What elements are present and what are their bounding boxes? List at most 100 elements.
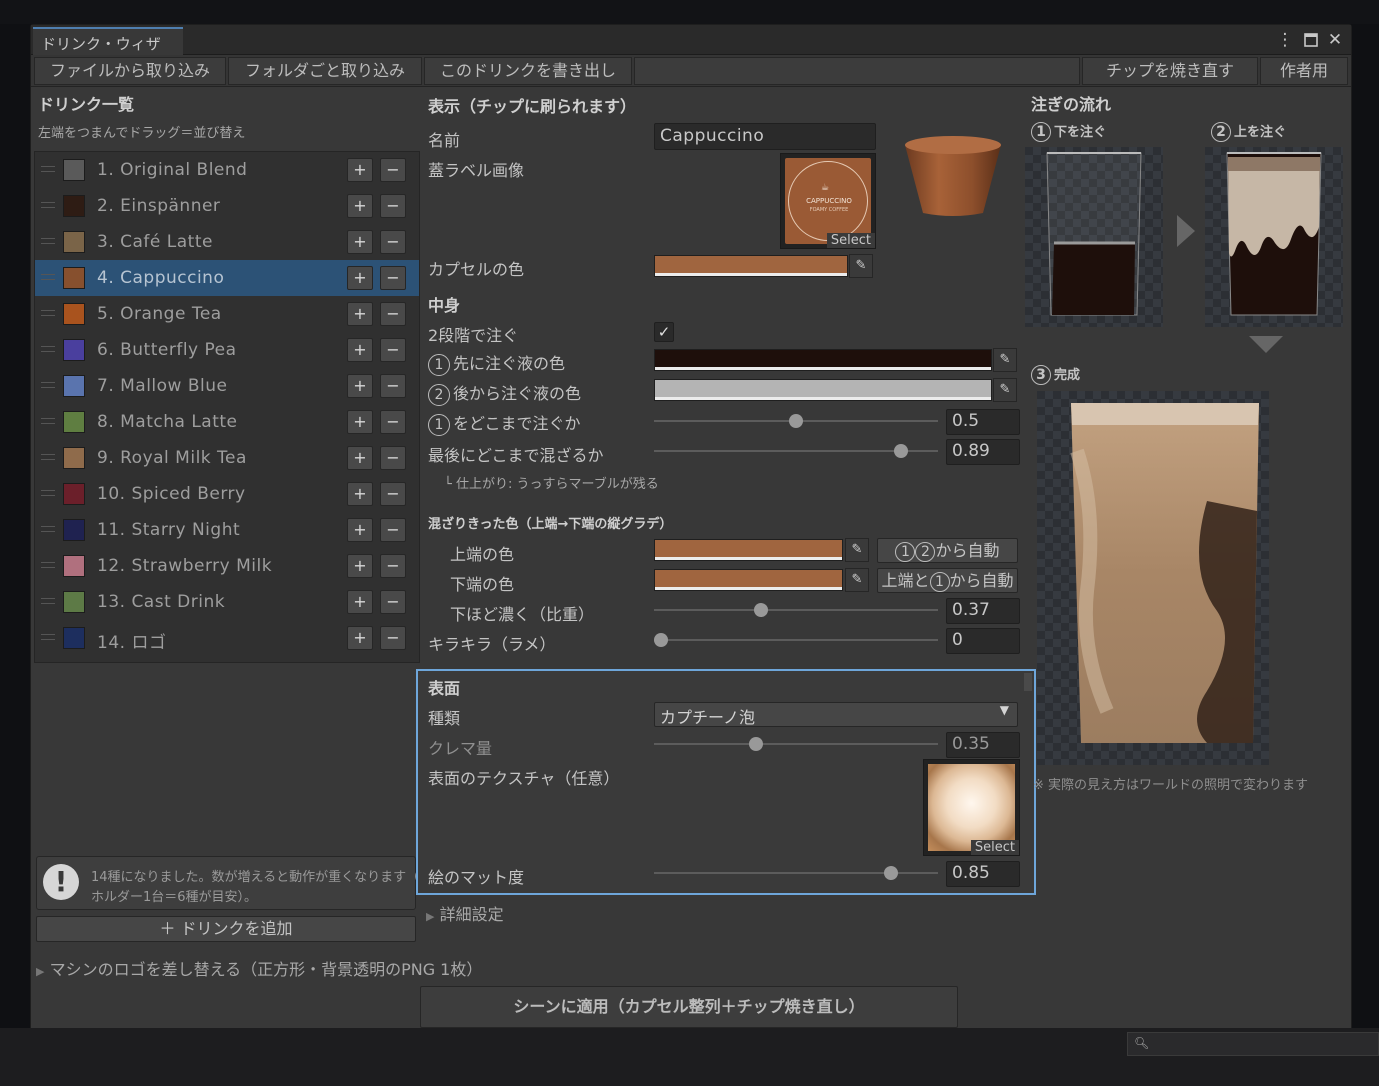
import-file-button[interactable]: ファイルから取り込み xyxy=(34,57,226,85)
duplicate-drink-button[interactable]: + xyxy=(347,158,373,182)
eyedropper-icon[interactable]: ✎ xyxy=(849,254,873,278)
name-input[interactable]: Cappuccino xyxy=(654,123,876,150)
mix-value[interactable]: 0.89 xyxy=(946,439,1020,465)
drag-handle-icon[interactable] xyxy=(41,274,55,280)
rebake-chips-button[interactable]: チップを焼き直す xyxy=(1082,57,1258,85)
capsule-color-field[interactable] xyxy=(654,255,848,277)
window-menu-icon[interactable]: ⋮ xyxy=(1274,29,1296,51)
scrollbar-thumb[interactable] xyxy=(1024,673,1032,691)
duplicate-drink-button[interactable]: + xyxy=(347,302,373,326)
advanced-foldout[interactable]: ▶ 詳細設定 xyxy=(426,901,504,925)
lid-image-slot[interactable]: ☕ CAPPUCCINO FOAMY COFFEE Select xyxy=(780,153,876,249)
drag-handle-icon[interactable] xyxy=(41,526,55,532)
drag-handle-icon[interactable] xyxy=(41,346,55,352)
drag-handle-icon[interactable] xyxy=(41,598,55,604)
remove-drink-button[interactable]: − xyxy=(380,374,406,398)
drink-list-item[interactable]: 12. Strawberry Milk + − xyxy=(35,548,419,584)
drink-list-item[interactable]: 11. Starry Night + − xyxy=(35,512,419,548)
drag-handle-icon[interactable] xyxy=(41,454,55,460)
lid-select-button[interactable]: Select xyxy=(826,233,875,248)
drink-list-item[interactable]: 14. ロゴ + − xyxy=(35,620,419,656)
drag-handle-icon[interactable] xyxy=(41,562,55,568)
darker-value[interactable]: 0.37 xyxy=(946,598,1020,624)
apply-to-scene-button[interactable]: シーンに適用（カプセル整列＋チップ焼き直し） xyxy=(420,986,958,1028)
first-color-field[interactable] xyxy=(654,349,992,371)
duplicate-drink-button[interactable]: + xyxy=(347,410,373,434)
drag-handle-icon[interactable] xyxy=(41,490,55,496)
drink-list-item[interactable]: 9. Royal Milk Tea + − xyxy=(35,440,419,476)
drink-list-item[interactable]: 2. Einspänner + − xyxy=(35,188,419,224)
bottom-color-field[interactable] xyxy=(654,569,843,591)
remove-drink-button[interactable]: − xyxy=(380,590,406,614)
drink-list-item[interactable]: 4. Cappuccino + − xyxy=(35,260,419,296)
import-folder-button[interactable]: フォルダごと取り込み xyxy=(228,57,422,85)
remove-drink-button[interactable]: − xyxy=(380,446,406,470)
slider-knob[interactable] xyxy=(753,603,768,617)
slider-knob[interactable] xyxy=(654,633,668,647)
search-field[interactable]: 🔍︎ xyxy=(1127,1032,1379,1056)
drag-handle-icon[interactable] xyxy=(41,418,55,424)
remove-drink-button[interactable]: − xyxy=(380,266,406,290)
remove-drink-button[interactable]: − xyxy=(380,158,406,182)
maximize-icon[interactable] xyxy=(1300,29,1322,51)
remove-drink-button[interactable]: − xyxy=(380,410,406,434)
mix-slider[interactable] xyxy=(654,441,938,461)
drag-handle-icon[interactable] xyxy=(41,310,55,316)
remove-drink-button[interactable]: − xyxy=(380,554,406,578)
cream-slider[interactable] xyxy=(654,734,938,754)
surface-type-dropdown[interactable]: カプチーノ泡 ▼ xyxy=(654,702,1018,727)
window-tab[interactable]: ドリンク・ウィザード xyxy=(33,27,183,74)
duplicate-drink-button[interactable]: + xyxy=(347,230,373,254)
pour-until-slider[interactable] xyxy=(654,411,938,431)
remove-drink-button[interactable]: − xyxy=(380,626,406,650)
remove-drink-button[interactable]: − xyxy=(380,230,406,254)
texture-select-button[interactable]: Select xyxy=(970,840,1019,855)
darker-slider[interactable] xyxy=(654,600,938,620)
eyedropper-icon[interactable]: ✎ xyxy=(993,378,1017,402)
drag-handle-icon[interactable] xyxy=(41,166,55,172)
drag-handle-icon[interactable] xyxy=(41,382,55,388)
duplicate-drink-button[interactable]: + xyxy=(347,266,373,290)
logo-foldout[interactable]: ▶ マシンのロゴを差し替える（正方形・背景透明のPNG 1枚） xyxy=(36,956,482,980)
drink-list-item[interactable]: 1. Original Blend + − xyxy=(35,152,419,188)
duplicate-drink-button[interactable]: + xyxy=(347,518,373,542)
second-color-field[interactable] xyxy=(654,379,992,401)
auto-bottom-button[interactable]: 上端と 1 から自動 xyxy=(877,568,1018,593)
glitter-value[interactable]: 0 xyxy=(946,628,1020,654)
two-step-checkbox[interactable]: ✓ xyxy=(654,322,674,342)
remove-drink-button[interactable]: − xyxy=(380,482,406,506)
eyedropper-icon[interactable]: ✎ xyxy=(845,538,869,562)
duplicate-drink-button[interactable]: + xyxy=(347,590,373,614)
close-icon[interactable]: ✕ xyxy=(1324,29,1346,51)
duplicate-drink-button[interactable]: + xyxy=(347,194,373,218)
duplicate-drink-button[interactable]: + xyxy=(347,338,373,362)
drag-handle-icon[interactable] xyxy=(41,238,55,244)
pour-until-value[interactable]: 0.5 xyxy=(946,409,1020,435)
drink-list-item[interactable]: 13. Cast Drink + − xyxy=(35,584,419,620)
slider-knob[interactable] xyxy=(748,737,763,751)
drink-list-item[interactable]: 10. Spiced Berry + − xyxy=(35,476,419,512)
eyedropper-icon[interactable]: ✎ xyxy=(845,568,869,592)
duplicate-drink-button[interactable]: + xyxy=(347,482,373,506)
export-drink-button[interactable]: このドリンクを書き出し xyxy=(424,57,632,85)
duplicate-drink-button[interactable]: + xyxy=(347,554,373,578)
slider-knob[interactable] xyxy=(894,444,909,458)
drink-list-item[interactable]: 5. Orange Tea + − xyxy=(35,296,419,332)
matte-value[interactable]: 0.85 xyxy=(946,861,1020,887)
slider-knob[interactable] xyxy=(789,414,803,428)
remove-drink-button[interactable]: − xyxy=(380,302,406,326)
drink-list-item[interactable]: 6. Butterfly Pea + − xyxy=(35,332,419,368)
remove-drink-button[interactable]: − xyxy=(380,518,406,542)
drink-list-item[interactable]: 7. Mallow Blue + − xyxy=(35,368,419,404)
add-drink-button[interactable]: ＋ ドリンクを追加 xyxy=(36,916,416,942)
cream-value[interactable]: 0.35 xyxy=(946,732,1020,758)
duplicate-drink-button[interactable]: + xyxy=(347,374,373,398)
drag-handle-icon[interactable] xyxy=(41,202,55,208)
drink-list-item[interactable]: 8. Matcha Latte + − xyxy=(35,404,419,440)
matte-slider[interactable] xyxy=(654,863,938,883)
duplicate-drink-button[interactable]: + xyxy=(347,446,373,470)
auto-top-button[interactable]: 1 2 から自動 xyxy=(877,538,1018,563)
surface-texture-slot[interactable]: Select xyxy=(923,759,1020,856)
glitter-slider[interactable] xyxy=(654,630,938,650)
remove-drink-button[interactable]: − xyxy=(380,338,406,362)
